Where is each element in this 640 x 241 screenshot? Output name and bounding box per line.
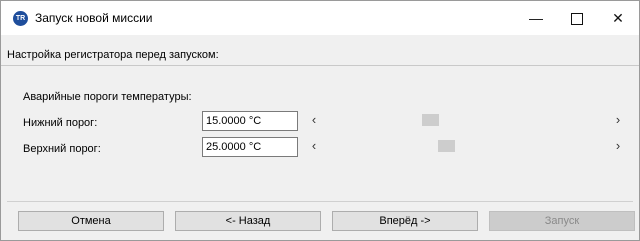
- maximize-button[interactable]: [554, 1, 600, 35]
- footer-divider: [7, 201, 633, 202]
- dialog-window: TR Запуск новой миссии — ✕ Настройка рег…: [0, 0, 640, 241]
- app-logo-icon: TR: [13, 11, 28, 26]
- scroll-left-arrow-icon[interactable]: ‹: [307, 111, 321, 129]
- section-label: Аварийные пороги температуры:: [23, 91, 192, 103]
- upper-threshold-scrollbar[interactable]: ‹ ›: [307, 137, 625, 155]
- lower-threshold-input[interactable]: 15.0000 °C: [202, 111, 298, 131]
- lower-threshold-label: Нижний порог:: [23, 117, 98, 129]
- minimize-button[interactable]: —: [513, 1, 559, 35]
- scroll-left-arrow-icon[interactable]: ‹: [307, 137, 321, 155]
- scroll-right-arrow-icon[interactable]: ›: [611, 137, 625, 155]
- lower-threshold-scrollbar[interactable]: ‹ ›: [307, 111, 625, 129]
- next-button[interactable]: Вперёд ->: [332, 211, 478, 231]
- upper-threshold-label: Верхний порог:: [23, 143, 101, 155]
- title-bar: TR Запуск новой миссии — ✕: [1, 1, 639, 35]
- start-button[interactable]: Запуск: [489, 211, 635, 231]
- cancel-button[interactable]: Отмена: [18, 211, 164, 231]
- scroll-right-arrow-icon[interactable]: ›: [611, 111, 625, 129]
- lower-threshold-thumb[interactable]: [422, 114, 439, 126]
- upper-threshold-thumb[interactable]: [438, 140, 456, 152]
- maximize-icon: [571, 13, 583, 26]
- upper-threshold-input[interactable]: 25.0000 °C: [202, 137, 298, 157]
- close-button[interactable]: ✕: [595, 1, 640, 35]
- window-title: Запуск новой миссии: [35, 11, 153, 25]
- header-text: Настройка регистратора перед запуском:: [7, 49, 219, 61]
- back-button[interactable]: <- Назад: [175, 211, 321, 231]
